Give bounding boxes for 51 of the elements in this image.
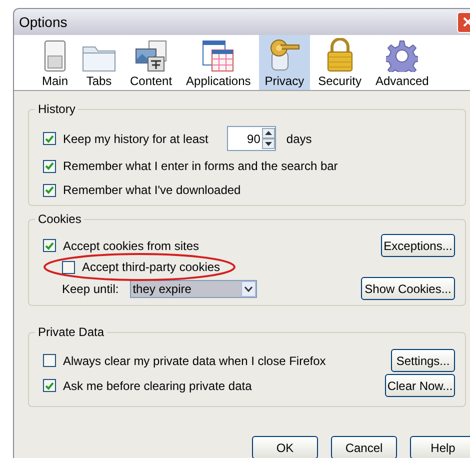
toolbar-tab[interactable]: Privacy: [258, 35, 310, 90]
toolbar-tab[interactable]: Content: [124, 35, 178, 90]
unit-label: days: [286, 130, 312, 148]
group-title: Cookies: [35, 212, 84, 226]
check-icon: [45, 186, 54, 194]
number-spinner[interactable]: 90: [227, 126, 276, 151]
dialog-button[interactable]: Cancel: [331, 436, 397, 458]
dialog-button[interactable]: Settings...: [391, 349, 455, 372]
checkbox[interactable]: [62, 260, 75, 274]
dropdown-value: they expire: [130, 280, 241, 296]
window-title: Options: [19, 12, 68, 32]
dialog-button[interactable]: Show Cookies...: [361, 277, 455, 300]
calendar-window-icon: [202, 40, 234, 72]
check-icon: [45, 242, 54, 250]
checkbox[interactable]: [43, 354, 56, 367]
toolbar-tab[interactable]: Security: [312, 35, 368, 90]
group-title: Private Data: [35, 325, 108, 339]
dialog-button[interactable]: Help: [410, 436, 470, 458]
checkbox-label: Accept cookies from sites: [63, 238, 200, 254]
checkbox[interactable]: [43, 184, 56, 196]
checkbox-label: Keep my history for at least: [63, 130, 208, 148]
checkbox[interactable]: [43, 239, 56, 252]
checkbox-label: Always clear my private data when I close Firefox: [63, 352, 326, 370]
check-icon: [45, 382, 54, 390]
toolbar-tab[interactable]: Advanced: [369, 35, 435, 90]
dialog-button[interactable]: OK: [252, 436, 318, 458]
dialog-button[interactable]: Clear Now...: [385, 374, 455, 397]
group-title: History: [35, 102, 78, 116]
toolbar-tab[interactable]: Applications: [180, 35, 257, 90]
check-icon: [45, 134, 54, 142]
close-icon: [462, 17, 470, 27]
gear-icon: [386, 40, 418, 72]
checkbox[interactable]: [43, 160, 56, 172]
checkbox-label: Ask me before clearing private data: [63, 378, 252, 394]
spin-arrows-icon: [262, 128, 276, 149]
check-icon: [45, 162, 54, 170]
dropdown[interactable]: they expire: [130, 280, 257, 298]
checkbox[interactable]: [43, 379, 56, 392]
checkbox[interactable]: [43, 132, 56, 145]
field-label: Keep until:: [62, 280, 119, 298]
toolbar-tab[interactable]: Main: [36, 35, 74, 90]
spinner-value: 90: [247, 130, 260, 148]
dialog-button[interactable]: Exceptions...: [381, 234, 455, 257]
key-lock-icon: [268, 38, 300, 72]
padlock-icon: [326, 38, 354, 72]
toolbar-tab[interactable]: Tabs: [76, 35, 122, 90]
switch-icon: [44, 40, 66, 72]
checkbox-label: Remember what I've downloaded: [63, 182, 241, 199]
checkbox-label: Remember what I enter in forms and the search bar: [63, 158, 338, 175]
documents-icon: [134, 40, 168, 72]
checkbox-label: Accept third-party cookies: [82, 259, 220, 276]
